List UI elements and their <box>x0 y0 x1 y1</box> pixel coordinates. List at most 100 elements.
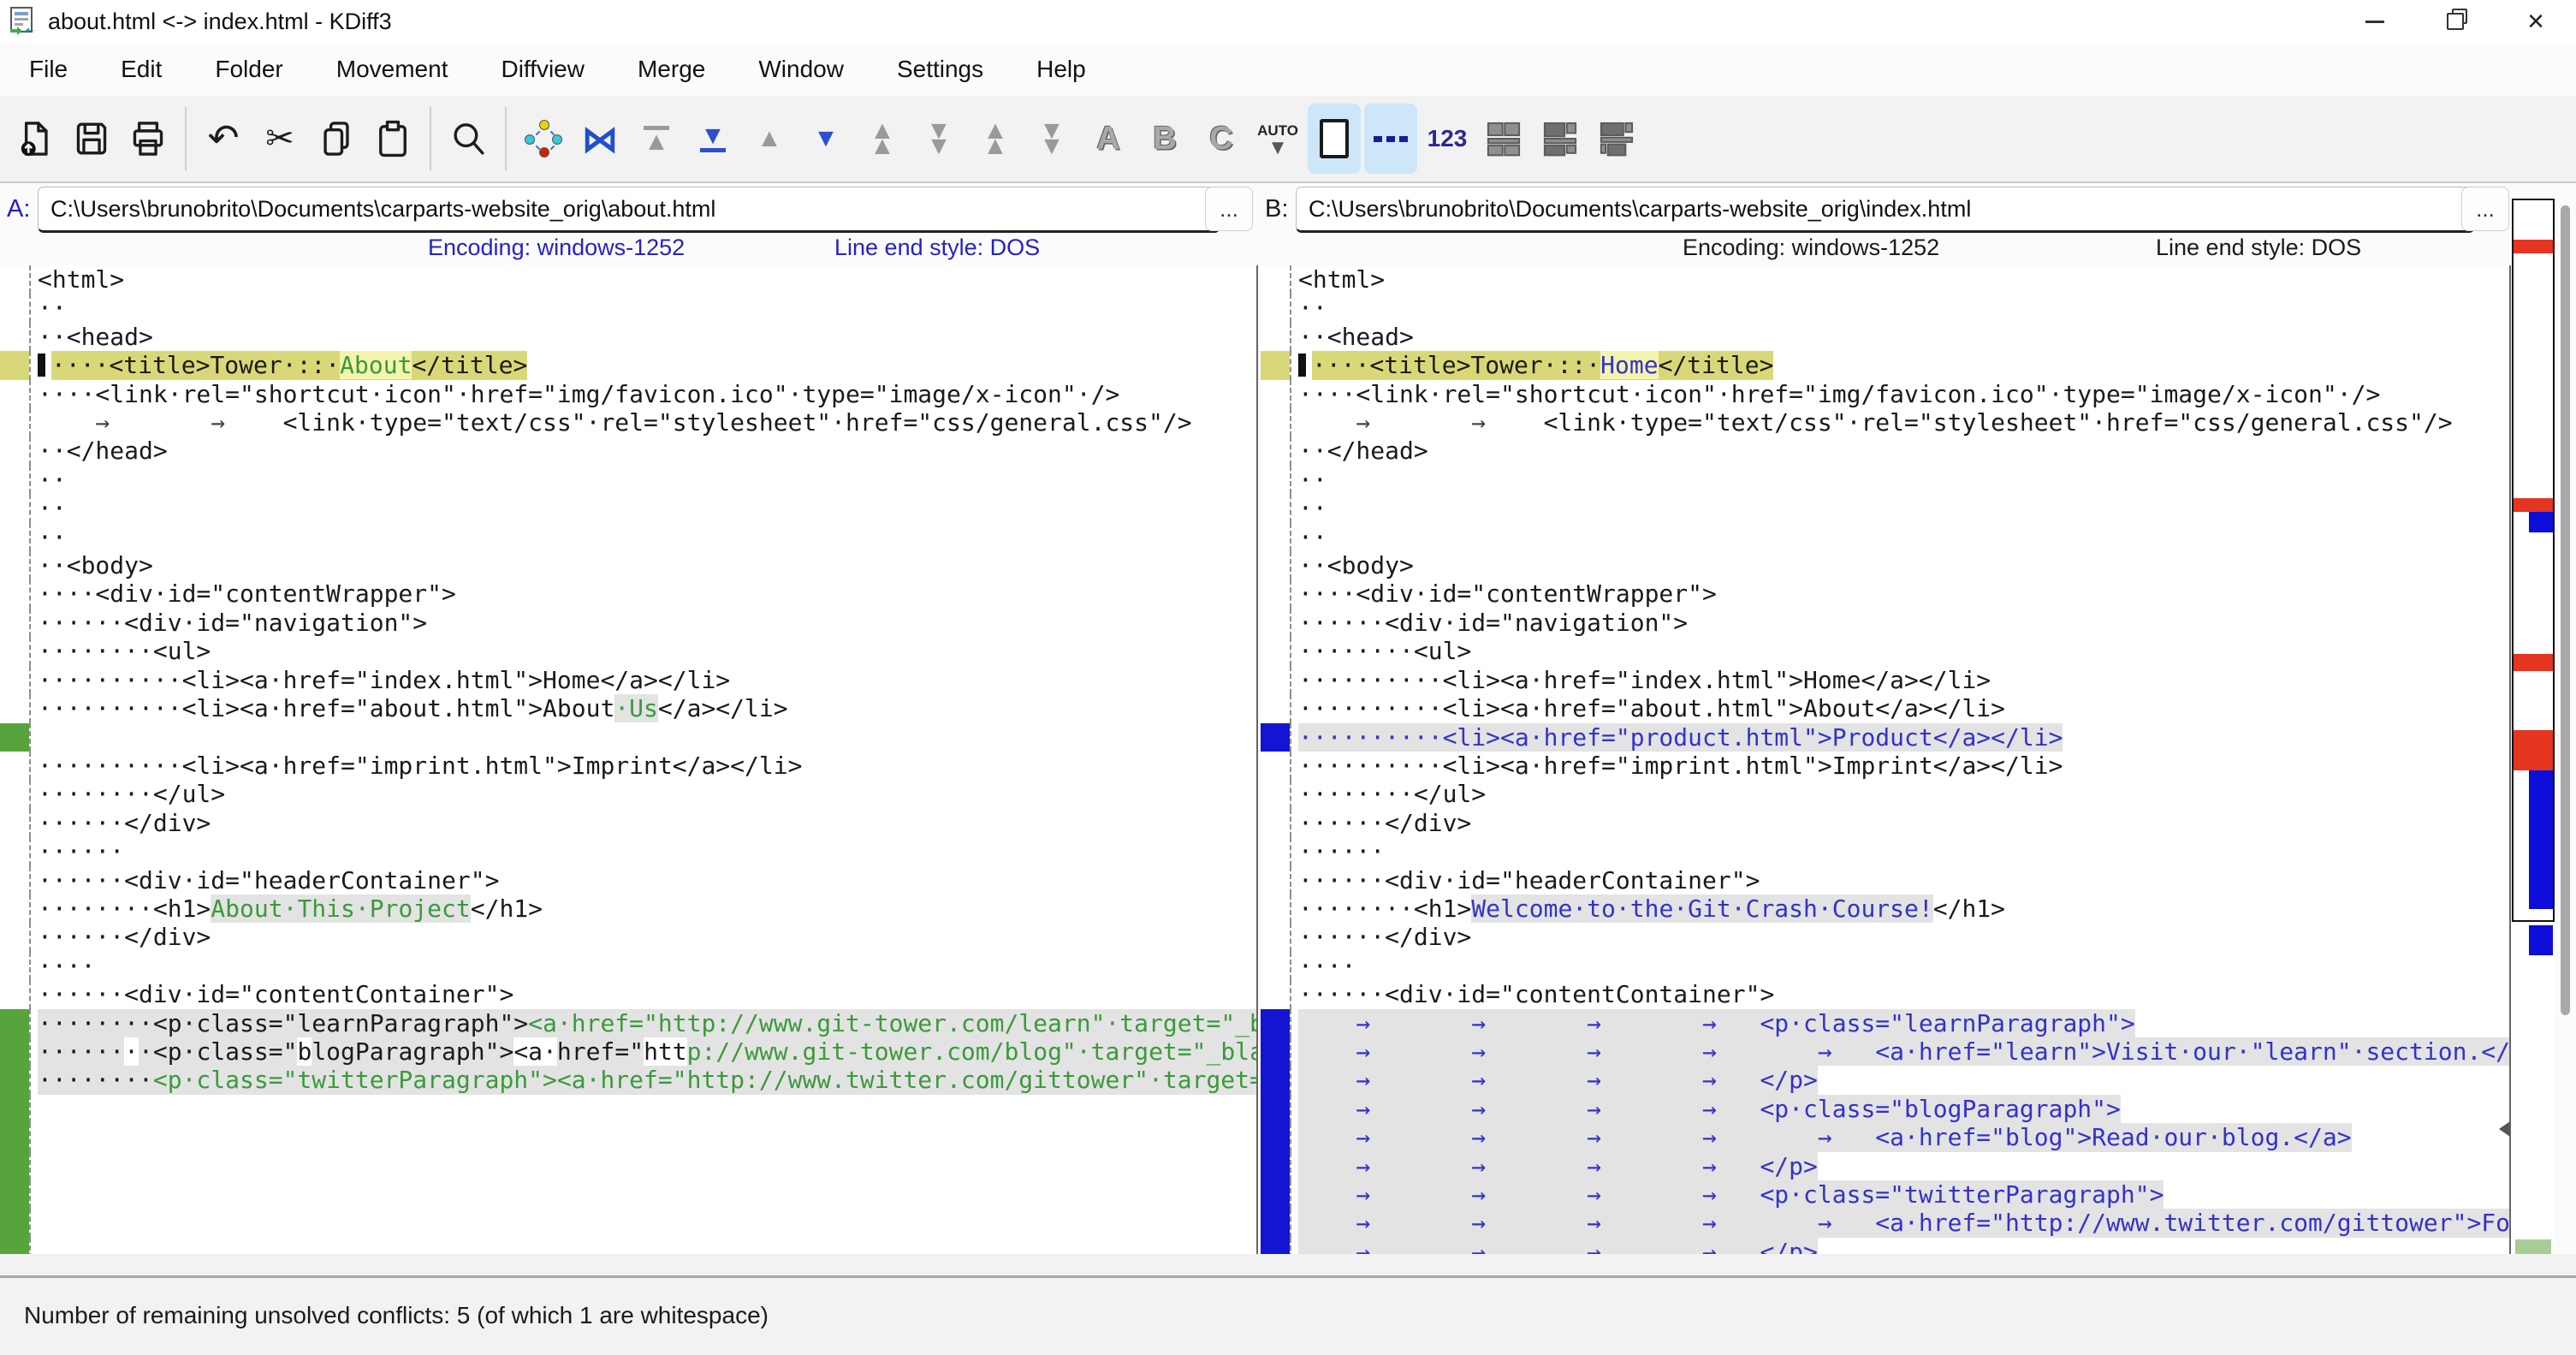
select-lines-from-c-icon: C <box>1209 121 1232 157</box>
code-line: ··<head> <box>1261 323 2509 351</box>
split-layout-1-button[interactable] <box>1477 104 1530 174</box>
code-text: ····<title>Tower·::·Home</title> <box>1291 351 1773 379</box>
select-lines-from-a-button[interactable]: A <box>1082 104 1135 174</box>
copy-button[interactable] <box>310 104 363 174</box>
menu-folder[interactable]: Folder <box>215 56 282 83</box>
code-line: ····<title>Tower·::·Home</title> <box>1261 351 2509 379</box>
go-to-next-unsolved-conflict-icon: ▼▼ <box>1039 123 1065 154</box>
find-button[interactable] <box>442 104 495 174</box>
code-text: ··········<li><a·href="imprint.html">Imp… <box>31 752 802 780</box>
diff-margin-blue <box>1261 1123 1291 1151</box>
code-line: ······</div> <box>1261 923 2509 951</box>
go-to-previous-unsolved-conflict-button[interactable]: ▲▲ <box>969 104 1022 174</box>
code-text: ······</div> <box>1291 923 1471 951</box>
code-line: ··</head> <box>0 437 1256 465</box>
code-line: → → → → → <a·href="http://www.twitter.co… <box>1261 1209 2509 1237</box>
select-lines-from-b-button[interactable]: B <box>1138 104 1191 174</box>
code-line: ······</div> <box>0 809 1256 837</box>
diff-margin <box>0 809 31 837</box>
pane-b-label: B: <box>1265 195 1288 223</box>
go-to-next-delta-button[interactable]: ▼ <box>799 104 852 174</box>
diff-margin <box>1261 837 1291 865</box>
code-text: ··<head> <box>31 323 153 351</box>
code-line: ·· <box>1261 294 2509 322</box>
auto-advance-button[interactable]: AUTO▼ <box>1251 104 1304 174</box>
menu-diffview[interactable]: Diffview <box>501 56 585 83</box>
diff-pane-a[interactable]: <html>····<head>····<title>Tower·::·Abou… <box>0 265 1258 1258</box>
go-to-previous-conflict-button[interactable]: ▲▲ <box>856 104 909 174</box>
select-lines-from-c-button[interactable]: C <box>1195 104 1248 174</box>
save-button[interactable] <box>65 104 118 174</box>
go-to-last-delta-button[interactable]: ▼ <box>686 104 739 174</box>
diff-margin-blue <box>1261 1180 1291 1209</box>
menu-settings[interactable]: Settings <box>897 56 983 83</box>
code-text <box>31 1180 38 1209</box>
minimize-button[interactable] <box>2335 0 2415 43</box>
code-line: ········<ul> <box>1261 637 2509 665</box>
go-to-next-unsolved-conflict-button[interactable]: ▼▼ <box>1025 104 1078 174</box>
diff-margin <box>0 551 31 579</box>
diff-margin <box>0 752 31 780</box>
pane-b-path-input[interactable]: C:\Users\brunobrito\Documents\carparts-w… <box>1296 187 2475 233</box>
cut-button[interactable]: ✂ <box>253 104 306 174</box>
code-line <box>0 1152 1256 1180</box>
code-text: ··</head> <box>31 437 168 465</box>
menu-movement[interactable]: Movement <box>336 56 448 83</box>
diff-margin <box>1261 323 1291 351</box>
code-text: ··········<li><a·href="index.html">Home<… <box>31 666 730 694</box>
code-line: ····<link·rel="shortcut·icon"·href="img/… <box>0 380 1256 408</box>
code-line: → → <link·type="text/css"·rel="styleshee… <box>0 408 1256 437</box>
go-to-first-delta-button[interactable]: ▲ <box>630 104 683 174</box>
pane-a-browse-button[interactable]: ... <box>1205 187 1253 231</box>
code-text: ········<ul> <box>31 637 211 665</box>
go-to-current-delta-button[interactable] <box>517 104 570 174</box>
code-text: ·· <box>1291 466 1327 494</box>
undo-button[interactable]: ↶ <box>197 104 250 174</box>
go-to-next-conflict-button[interactable]: ▼▼ <box>912 104 965 174</box>
cut-icon: ✂ <box>265 119 294 158</box>
menu-help[interactable]: Help <box>1036 56 1086 83</box>
menu-file[interactable]: File <box>29 56 68 83</box>
show-whitespace-toggle[interactable] <box>1364 104 1417 174</box>
code-line: ··········<li><a·href="index.html">Home<… <box>1261 666 2509 694</box>
pane-b-browse-button[interactable]: ... <box>2461 187 2509 231</box>
show-line-numbers-toggle[interactable]: 123 <box>1421 104 1474 174</box>
go-to-current-conflict-button[interactable]: ⋈ <box>573 104 626 174</box>
menu-merge[interactable]: Merge <box>638 56 705 83</box>
go-to-previous-unsolved-conflict-icon: ▲▲ <box>982 123 1008 154</box>
diff-margin <box>0 780 31 808</box>
diff-pane-b[interactable]: <html>····<head>····<title>Tower·::·Home… <box>1261 265 2511 1258</box>
code-line: → → → → </p> <box>1261 1152 2509 1180</box>
menu-window[interactable]: Window <box>758 56 844 83</box>
restore-button[interactable] <box>2415 0 2496 43</box>
code-text: ··········<li><a·href="about.html">About… <box>31 694 788 722</box>
code-line: <html> <box>0 265 1256 294</box>
code-text: ······<div·id="navigation"> <box>31 609 427 637</box>
pane-a-path-input[interactable]: C:\Users\brunobrito\Documents\carparts-w… <box>38 187 1220 233</box>
split-layout-2-icon <box>1541 120 1579 157</box>
diff-margin <box>0 980 31 1008</box>
show-line-numbers-icon: 123 <box>1427 125 1468 152</box>
code-text: ·· <box>1291 523 1327 551</box>
go-to-previous-delta-button[interactable]: ▲ <box>743 104 796 174</box>
save-icon <box>73 120 110 157</box>
print-button[interactable] <box>122 104 175 174</box>
paste-button[interactable] <box>366 104 419 174</box>
open-file-button[interactable] <box>9 104 62 174</box>
code-line: ··········<li><a·href="index.html">Home<… <box>0 666 1256 694</box>
menu-edit[interactable]: Edit <box>121 56 162 83</box>
diff-margin-blue <box>1261 1152 1291 1180</box>
code-line: ··········<li><a·href="about.html">About… <box>0 694 1256 722</box>
show-whitespace-characters-toggle[interactable] <box>1308 104 1361 174</box>
code-text: ····<link·rel="shortcut·icon"·href="img/… <box>31 380 1119 408</box>
diff-margin <box>0 466 31 494</box>
toolbar-separator <box>185 107 187 170</box>
split-layout-3-button[interactable] <box>1590 104 1643 174</box>
copy-icon <box>318 120 355 157</box>
diff-overview-column[interactable] <box>2512 199 2555 1267</box>
vertical-scrollbar[interactable] <box>2561 205 2570 1015</box>
current-diff-cursor-bar <box>38 354 45 377</box>
close-button[interactable]: × <box>2496 0 2576 43</box>
split-layout-2-button[interactable] <box>1534 104 1587 174</box>
diff-margin-green <box>0 1066 31 1094</box>
